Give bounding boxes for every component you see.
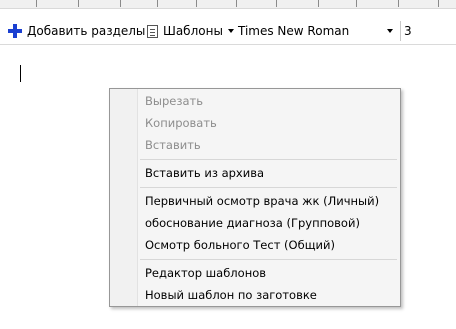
menu-icon-gutter: [110, 89, 138, 306]
font-size-value: 3: [404, 24, 412, 38]
add-sections-label: Добавить разделы: [27, 24, 146, 38]
chevron-down-icon: [387, 29, 393, 33]
template-icon: [147, 24, 158, 38]
menu-item-paste-from-archive[interactable]: Вставить из архива: [145, 164, 264, 182]
templates-label: Шаблоны: [163, 24, 223, 38]
menu-item-template-group[interactable]: обоснование диагноза (Групповой): [145, 214, 360, 232]
plus-icon: [8, 24, 22, 38]
context-menu: Вырезать Копировать Вставить Вставить из…: [109, 88, 401, 307]
add-sections-button[interactable]: Добавить разделы: [8, 21, 157, 41]
menu-item-template-editor[interactable]: Редактор шаблонов: [145, 264, 266, 282]
format-toolbar: Добавить разделы Шаблоны Times New Roman…: [0, 18, 456, 45]
menu-separator: [140, 187, 397, 188]
menu-separator: [140, 259, 397, 260]
templates-button[interactable]: Шаблоны: [147, 21, 234, 41]
ruler-strip: [0, 0, 456, 9]
menu-item-template-personal[interactable]: Первичный осмотр врача жк (Личный): [145, 192, 379, 210]
font-size-field[interactable]: 3: [400, 21, 456, 41]
menu-item-new-template-from-draft[interactable]: Новый шаблон по заготовке: [145, 286, 317, 304]
menu-item-template-general[interactable]: Осмотр больного Тест (Общий): [145, 236, 335, 254]
font-family-value: Times New Roman: [238, 24, 350, 38]
menu-item-copy[interactable]: Копировать: [145, 114, 217, 132]
menu-item-paste[interactable]: Вставить: [145, 136, 201, 154]
menu-separator: [140, 159, 397, 160]
menu-item-cut[interactable]: Вырезать: [145, 92, 203, 110]
text-cursor: [20, 65, 21, 82]
font-family-select[interactable]: Times New Roman: [233, 21, 397, 41]
